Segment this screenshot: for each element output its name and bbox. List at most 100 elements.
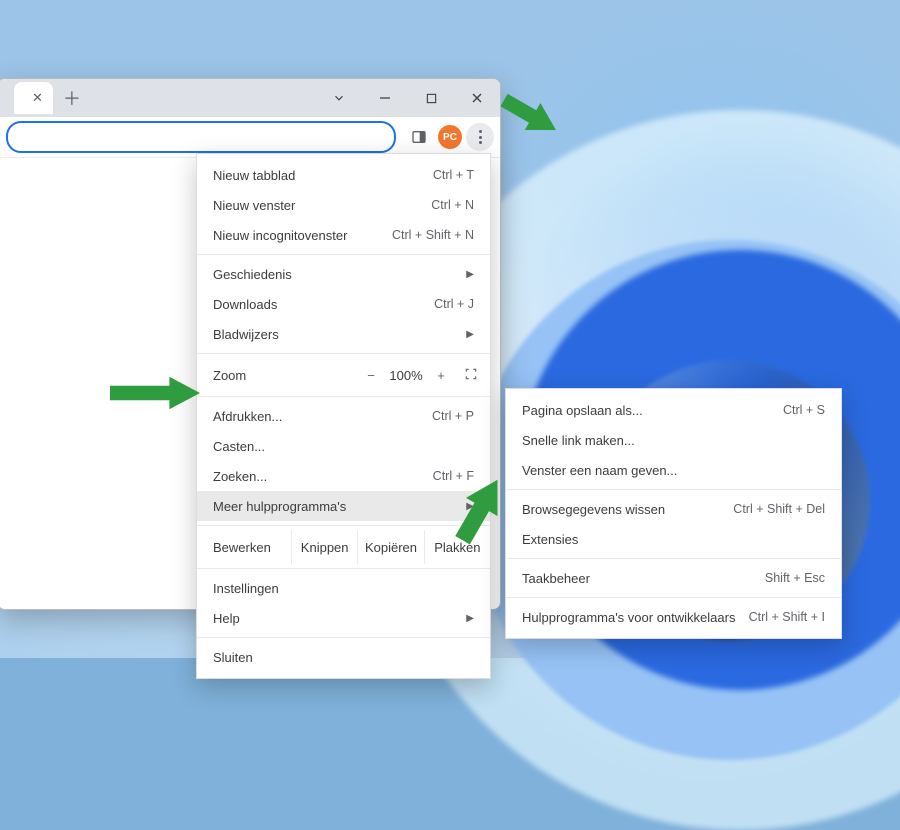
menu-label: Snelle link maken... [522,433,635,448]
menu-item-cast[interactable]: Casten... [197,431,490,461]
menu-label: Sluiten [213,650,253,665]
menu-separator [197,568,490,569]
fullscreen-button[interactable] [464,367,478,384]
main-menu-button[interactable] [466,123,494,151]
menu-label: Pagina opslaan als... [522,403,643,418]
menu-label: Extensies [522,532,578,547]
paste-button[interactable]: Plakken [425,530,490,564]
menu-shortcut: Ctrl + T [433,168,474,182]
window-controls [316,79,500,117]
menu-item-print[interactable]: Afdrukken... Ctrl + P [197,401,490,431]
tab-search-button[interactable] [316,79,362,117]
menu-label: Downloads [213,297,277,312]
submenu-item-save-page[interactable]: Pagina opslaan als... Ctrl + S [506,395,841,425]
menu-label: Bladwijzers [213,327,279,342]
close-tab-icon[interactable]: ✕ [32,90,43,106]
menu-separator [197,637,490,638]
maximize-icon [426,93,437,104]
menu-item-bookmarks[interactable]: Bladwijzers ▶ [197,319,490,349]
menu-label: Instellingen [213,581,279,596]
menu-separator [506,597,841,598]
menu-label: Nieuw tabblad [213,168,295,183]
more-tools-submenu: Pagina opslaan als... Ctrl + S Snelle li… [505,388,842,639]
menu-shortcut: Shift + Esc [765,571,825,585]
chevron-right-icon: ▶ [466,269,474,280]
main-menu: Nieuw tabblad Ctrl + T Nieuw venster Ctr… [196,153,491,679]
minimize-icon [379,92,391,104]
submenu-item-task-manager[interactable]: Taakbeheer Shift + Esc [506,563,841,593]
minimize-button[interactable] [362,79,408,117]
menu-separator [197,525,490,526]
chevron-right-icon: ▶ [466,329,474,340]
zoom-percent: 100% [384,368,428,383]
submenu-item-name-window[interactable]: Venster een naam geven... [506,455,841,485]
menu-label: Hulpprogramma's voor ontwikkelaars [522,610,735,625]
menu-shortcut: Ctrl + Shift + N [392,228,474,242]
menu-label: Venster een naam geven... [522,463,677,478]
titlebar: tab ✕ ＋ [0,79,500,117]
menu-shortcut: Ctrl + Shift + Del [733,502,825,516]
close-icon [471,92,483,104]
menu-item-settings[interactable]: Instellingen [197,573,490,603]
menu-item-new-incognito[interactable]: Nieuw incognitovenster Ctrl + Shift + N [197,220,490,250]
menu-shortcut: Ctrl + S [783,403,825,417]
menu-separator [197,353,490,354]
menu-label: Zoeken... [213,469,267,484]
menu-label: Help [213,611,240,626]
menu-shortcut: Ctrl + N [431,198,474,212]
close-window-button[interactable] [454,79,500,117]
menu-label: Nieuw incognitovenster [213,228,347,243]
menu-separator [506,558,841,559]
menu-shortcut: Ctrl + J [434,297,474,311]
menu-label: Afdrukken... [213,409,282,424]
zoom-out-button[interactable]: − [358,368,384,383]
profile-avatar[interactable]: PC [438,125,462,149]
side-panel-icon [411,129,427,145]
menu-item-downloads[interactable]: Downloads Ctrl + J [197,289,490,319]
menu-shortcut: Ctrl + F [433,469,474,483]
menu-label: Nieuw venster [213,198,295,213]
submenu-item-clear-data[interactable]: Browsegegevens wissen Ctrl + Shift + Del [506,494,841,524]
chevron-down-icon [332,91,346,105]
tab-active[interactable]: tab ✕ [14,82,53,114]
menu-item-new-window[interactable]: Nieuw venster Ctrl + N [197,190,490,220]
kebab-dot-icon [479,141,482,144]
cut-button[interactable]: Knippen [292,530,358,564]
menu-item-more-tools[interactable]: Meer hulpprogramma's ▶ [197,491,490,521]
menu-separator [197,396,490,397]
chevron-right-icon: ▶ [466,501,474,512]
side-panel-button[interactable] [404,122,434,152]
submenu-item-dev-tools[interactable]: Hulpprogramma's voor ontwikkelaars Ctrl … [506,602,841,632]
copy-button[interactable]: Kopiëren [358,530,424,564]
menu-item-help[interactable]: Help ▶ [197,603,490,633]
submenu-item-extensions[interactable]: Extensies [506,524,841,554]
menu-item-history[interactable]: Geschiedenis ▶ [197,259,490,289]
menu-label: Meer hulpprogramma's [213,499,346,514]
menu-shortcut: Ctrl + P [432,409,474,423]
menu-item-new-tab[interactable]: Nieuw tabblad Ctrl + T [197,160,490,190]
tab-strip: tab ✕ ＋ [0,79,316,117]
edit-label: Bewerken [197,530,292,564]
address-bar[interactable] [6,121,396,153]
kebab-dot-icon [479,130,482,133]
zoom-label: Zoom [213,368,246,383]
toolbar: PC [0,117,500,158]
menu-label: Taakbeheer [522,571,590,586]
menu-item-edit: Bewerken Knippen Kopiëren Plakken [197,530,490,564]
menu-separator [197,254,490,255]
zoom-in-button[interactable]: + [428,368,454,383]
avatar-initials: PC [443,132,457,143]
chevron-right-icon: ▶ [466,613,474,624]
kebab-dot-icon [479,136,482,139]
menu-label: Browsegegevens wissen [522,502,665,517]
menu-shortcut: Ctrl + Shift + I [749,610,825,624]
maximize-button[interactable] [408,79,454,117]
menu-separator [506,489,841,490]
menu-item-find[interactable]: Zoeken... Ctrl + F [197,461,490,491]
submenu-item-create-shortcut[interactable]: Snelle link maken... [506,425,841,455]
new-tab-button[interactable]: ＋ [59,85,85,111]
menu-label: Casten... [213,439,265,454]
menu-label: Geschiedenis [213,267,292,282]
menu-item-exit[interactable]: Sluiten [197,642,490,672]
fullscreen-icon [464,367,478,381]
